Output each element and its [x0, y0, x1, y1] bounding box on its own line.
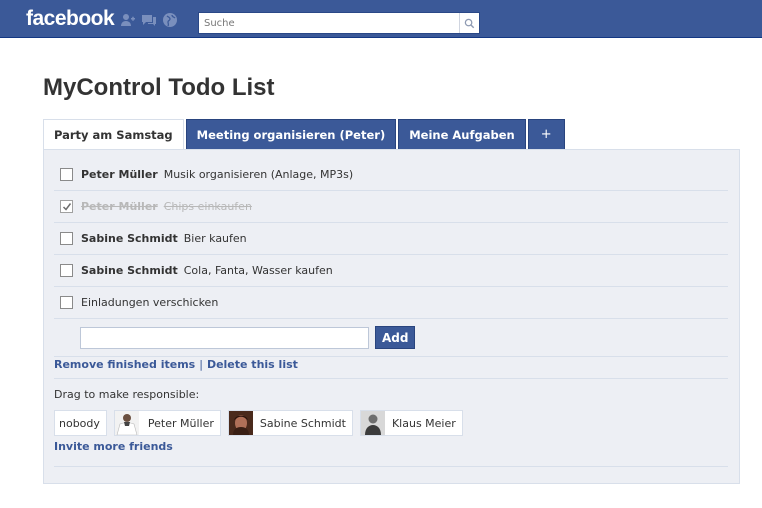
todo-person: Peter Müller: [81, 168, 158, 181]
todo-checkbox[interactable]: [60, 264, 73, 277]
todo-person: Sabine Schmidt: [81, 232, 178, 245]
todo-task: Einladungen verschicken: [81, 296, 219, 309]
top-bar: facebook: [0, 0, 762, 38]
todo-item: Peter Müller Musik organisieren (Anlage,…: [54, 159, 728, 191]
responsible-people: nobody Peter Müller Sabine Schmidt Klaus…: [54, 410, 463, 436]
divider: [54, 356, 728, 357]
todo-task: Musik organisieren (Anlage, MP3s): [163, 168, 354, 181]
todo-task: Bier kaufen: [183, 232, 247, 245]
todo-person: Sabine Schmidt: [81, 264, 178, 277]
todo-checkbox-checked[interactable]: [60, 200, 73, 213]
person-chip-peter-mueller[interactable]: Peter Müller: [113, 410, 221, 436]
person-name: nobody: [59, 416, 100, 430]
person-chip-nobody[interactable]: nobody: [54, 410, 107, 436]
add-list-tab[interactable]: +: [527, 119, 565, 150]
avatar: [228, 411, 253, 435]
todo-item: Sabine Schmidt Bier kaufen: [54, 223, 728, 255]
friend-requests-icon[interactable]: [120, 12, 136, 28]
delete-list-link[interactable]: Delete this list: [207, 358, 298, 371]
notifications-globe-icon[interactable]: [162, 12, 178, 28]
add-button[interactable]: Add: [375, 326, 416, 349]
remove-finished-link[interactable]: Remove finished items: [54, 358, 195, 371]
search-input[interactable]: [199, 13, 459, 33]
todo-item: Einladungen verschicken: [54, 287, 728, 319]
list-tabs: Party am Samstag Meeting organisieren (P…: [43, 119, 565, 150]
todo-task: Cola, Fanta, Wasser kaufen: [183, 264, 333, 277]
drag-instruction: Drag to make responsible:: [54, 388, 200, 401]
invite-friends-link[interactable]: Invite more friends: [54, 440, 173, 453]
messages-icon[interactable]: [141, 12, 157, 28]
list-actions: Remove finished items | Delete this list: [54, 358, 298, 371]
search-icon[interactable]: [459, 13, 479, 33]
avatar: [360, 411, 385, 435]
new-todo-input[interactable]: [80, 326, 369, 349]
tab-party-am-samstag[interactable]: Party am Samstag: [43, 119, 184, 150]
todo-checkbox[interactable]: [60, 168, 73, 181]
todo-checkbox[interactable]: [60, 232, 73, 245]
todo-checkbox[interactable]: [60, 296, 73, 309]
todo-task: Chips einkaufen: [163, 200, 252, 213]
tab-meeting-organisieren[interactable]: Meeting organisieren (Peter): [185, 119, 397, 150]
person-name: Klaus Meier: [391, 416, 456, 430]
person-name: Sabine Schmidt: [259, 416, 346, 430]
person-chip-sabine-schmidt[interactable]: Sabine Schmidt: [227, 410, 353, 436]
action-separator: |: [199, 358, 203, 371]
add-todo-form: Add: [80, 326, 416, 349]
todo-item-done: Peter Müller Chips einkaufen: [54, 191, 728, 223]
checkmark-icon: [62, 202, 71, 211]
person-chip-klaus-meier[interactable]: Klaus Meier: [359, 410, 463, 436]
todo-panel: Peter Müller Musik organisieren (Anlage,…: [43, 149, 740, 484]
todo-person: Peter Müller: [81, 200, 158, 213]
facebook-logo[interactable]: facebook: [26, 7, 115, 31]
person-name: Peter Müller: [147, 416, 214, 430]
page-title: MyControl Todo List: [43, 74, 275, 101]
notification-jewels: [120, 12, 178, 28]
todo-item: Sabine Schmidt Cola, Fanta, Wasser kaufe…: [54, 255, 728, 287]
tab-meine-aufgaben[interactable]: Meine Aufgaben: [398, 119, 526, 150]
search-box: [198, 12, 480, 34]
avatar: [114, 411, 139, 435]
divider: [54, 466, 728, 467]
divider: [54, 378, 728, 379]
